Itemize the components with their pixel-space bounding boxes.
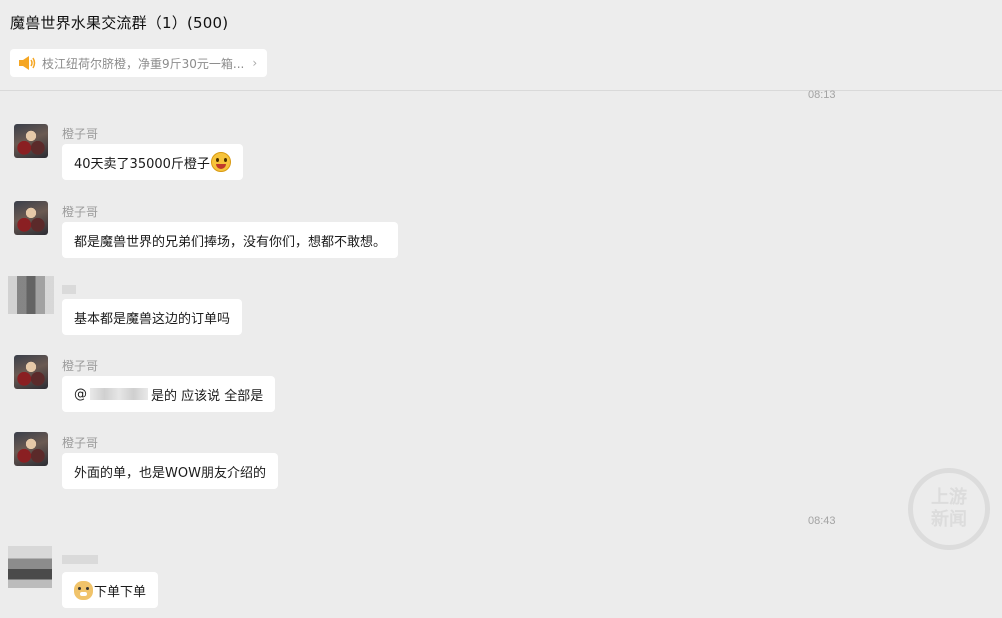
avatar[interactable] [14, 432, 48, 466]
timestamp: 08:13 [808, 89, 836, 101]
message-row: 橙子哥 40天卖了35000斤橙子 [0, 122, 1002, 192]
message-bubble[interactable]: @ 是的 应该说 全部是 [62, 376, 276, 412]
group-title: 魔兽世界水果交流群（1）(500) [10, 14, 229, 32]
message-text-prefix: @ [74, 386, 87, 402]
group-notice-bar[interactable]: 枝江纽荷尔脐橙，净重9斤30元一箱... › [10, 49, 268, 77]
chevron-right-icon: › [252, 56, 258, 70]
message-bubble[interactable]: 基本都是魔兽这边的订单吗 [62, 299, 243, 335]
sender-name-redacted [62, 555, 98, 564]
message-bubble[interactable]: 外面的单，也是WOW朋友介绍的 [62, 453, 278, 489]
sender-name: 橙子哥 [62, 436, 99, 450]
message-text: 40天卖了35000斤橙子 [74, 156, 210, 172]
mention-redacted [90, 388, 148, 400]
sender-name: 橙子哥 [62, 127, 99, 141]
timestamp: 08:43 [808, 515, 836, 527]
avatar[interactable] [14, 201, 48, 235]
doge-emoji-icon [74, 580, 93, 600]
message-text: 外面的单，也是WOW朋友介绍的 [74, 465, 266, 481]
watermark-line1: 上游 [931, 487, 967, 508]
avatar[interactable] [14, 124, 48, 158]
message-row: 橙子哥 @ 是的 应该说 全部是 [0, 354, 1002, 424]
message-bubble[interactable]: 都是魔兽世界的兄弟们捧场，没有你们，想都不敢想。 [62, 222, 399, 258]
message-bubble[interactable]: 下单下单 [62, 572, 159, 608]
message-row: 下单下单 [0, 546, 1002, 616]
message-row: 橙子哥 外面的单，也是WOW朋友介绍的 [0, 431, 1002, 501]
watermark-line2: 新闻 [931, 509, 967, 530]
message-text: 基本都是魔兽这边的订单吗 [74, 311, 231, 327]
avatar[interactable] [14, 355, 48, 389]
speaker-icon [19, 56, 36, 70]
avatar[interactable] [8, 276, 54, 314]
watermark-logo: 上游 新闻 [908, 468, 990, 550]
message-text: 都是魔兽世界的兄弟们捧场，没有你们，想都不敢想。 [74, 234, 387, 250]
message-text: 下单下单 [94, 584, 147, 600]
message-row: 基本都是魔兽这边的订单吗 [0, 276, 1002, 346]
chat-header: 魔兽世界水果交流群（1）(500) 枝江纽荷尔脐橙，净重9斤30元一箱... › [0, 0, 1002, 91]
message-row: 橙子哥 都是魔兽世界的兄弟们捧场，没有你们，想都不敢想。 [0, 200, 1002, 270]
message-text: 是的 应该说 全部是 [151, 388, 264, 404]
avatar[interactable] [8, 546, 52, 588]
sender-name-redacted [62, 285, 76, 294]
sender-name: 橙子哥 [62, 359, 99, 373]
sender-name: 橙子哥 [62, 205, 99, 219]
notice-text: 枝江纽荷尔脐橙，净重9斤30元一箱... [42, 56, 245, 71]
message-bubble[interactable]: 40天卖了35000斤橙子 [62, 144, 243, 180]
grinning-face-emoji-icon [210, 152, 231, 172]
